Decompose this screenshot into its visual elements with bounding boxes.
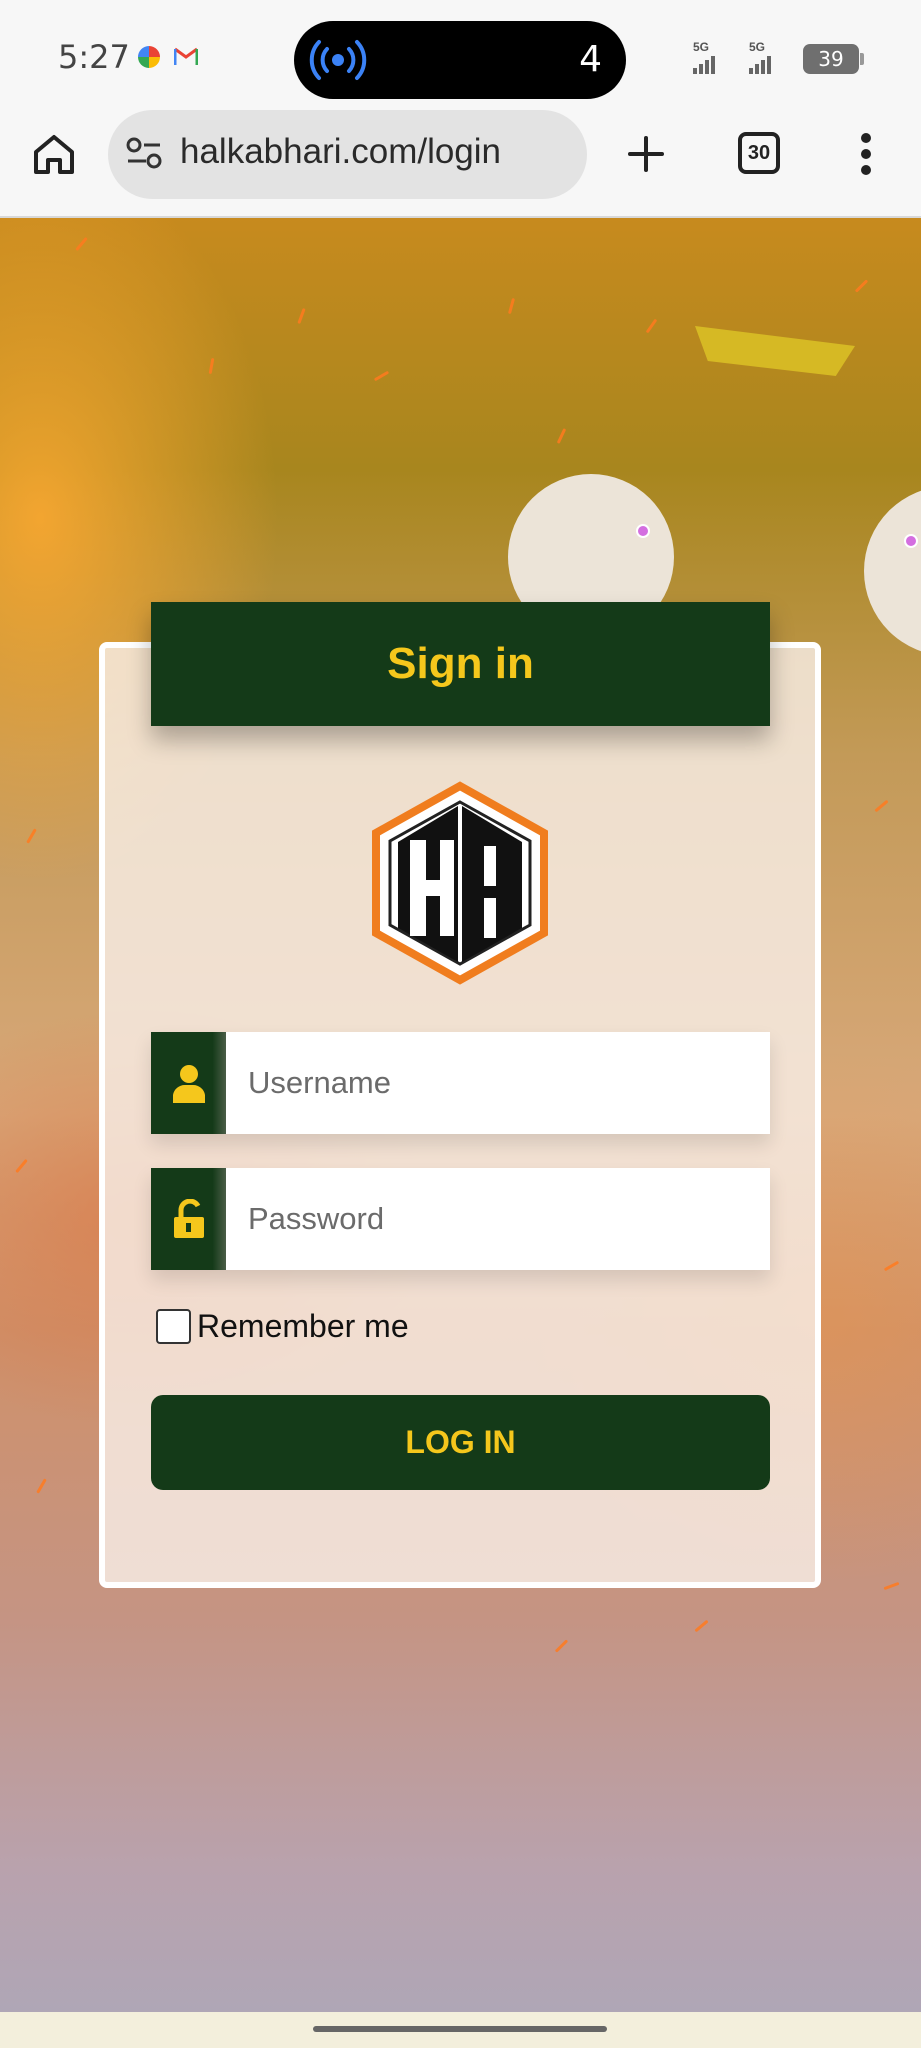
url-text[interactable]: halkabhari.com/login: [180, 132, 501, 172]
ember: [297, 307, 306, 325]
ember: [75, 236, 88, 252]
ember: [694, 1619, 709, 1633]
ember: [36, 1478, 47, 1494]
login-title: Sign in: [387, 639, 534, 688]
login-button[interactable]: LOG IN: [151, 1395, 770, 1490]
dynamic-island[interactable]: 4: [294, 21, 626, 99]
island-count: 4: [579, 39, 602, 80]
decor-ball: [864, 486, 921, 656]
ember: [556, 428, 567, 444]
plus-icon[interactable]: [622, 130, 670, 178]
remember-label[interactable]: Remember me: [197, 1308, 409, 1345]
ember: [26, 828, 37, 844]
home-icon[interactable]: [30, 130, 78, 178]
navigation-area: [0, 2012, 921, 2048]
status-bar: 5:27 4 5G 5G 39: [0, 0, 921, 110]
ember: [554, 1639, 569, 1653]
username-field[interactable]: [151, 1032, 770, 1134]
gmail-icon: [174, 47, 198, 65]
password-input[interactable]: [226, 1168, 770, 1270]
remember-me[interactable]: Remember me: [156, 1308, 409, 1345]
password-field[interactable]: [151, 1168, 770, 1270]
network-type-2: 5G: [749, 40, 766, 54]
username-input[interactable]: [226, 1032, 770, 1134]
user-icon: [151, 1032, 226, 1134]
more-vert-icon[interactable]: [858, 130, 874, 178]
cast-broadcast-icon: [309, 40, 367, 80]
remember-checkbox[interactable]: [156, 1309, 191, 1344]
status-time: 5:27: [58, 38, 130, 76]
network-type-1: 5G: [693, 40, 710, 54]
decor-shape: [695, 326, 855, 376]
ember: [854, 279, 869, 293]
browser-toolbar: halkabhari.com/login 30: [0, 110, 921, 218]
login-header: Sign in: [151, 602, 770, 726]
ember: [874, 799, 889, 813]
signal-icon: 5G: [691, 40, 737, 76]
ember: [883, 1581, 900, 1591]
battery-icon: 39: [803, 44, 864, 74]
address-bar[interactable]: halkabhari.com/login: [108, 110, 587, 199]
gesture-handle[interactable]: [313, 2026, 607, 2032]
notification-icons: [138, 46, 198, 68]
ember: [507, 297, 516, 315]
signal-icon-2: 5G: [747, 40, 793, 76]
system-status: 5G 5G 39: [691, 40, 864, 76]
unlock-icon: [151, 1168, 226, 1270]
site-logo: [372, 781, 548, 985]
ember: [883, 1260, 900, 1272]
tabs-icon[interactable]: 30: [738, 132, 780, 174]
photos-icon: [138, 46, 160, 68]
ember: [645, 318, 658, 334]
ember: [373, 370, 390, 382]
tune-icon[interactable]: [126, 136, 164, 170]
ember: [15, 1158, 28, 1174]
ember: [208, 357, 215, 375]
